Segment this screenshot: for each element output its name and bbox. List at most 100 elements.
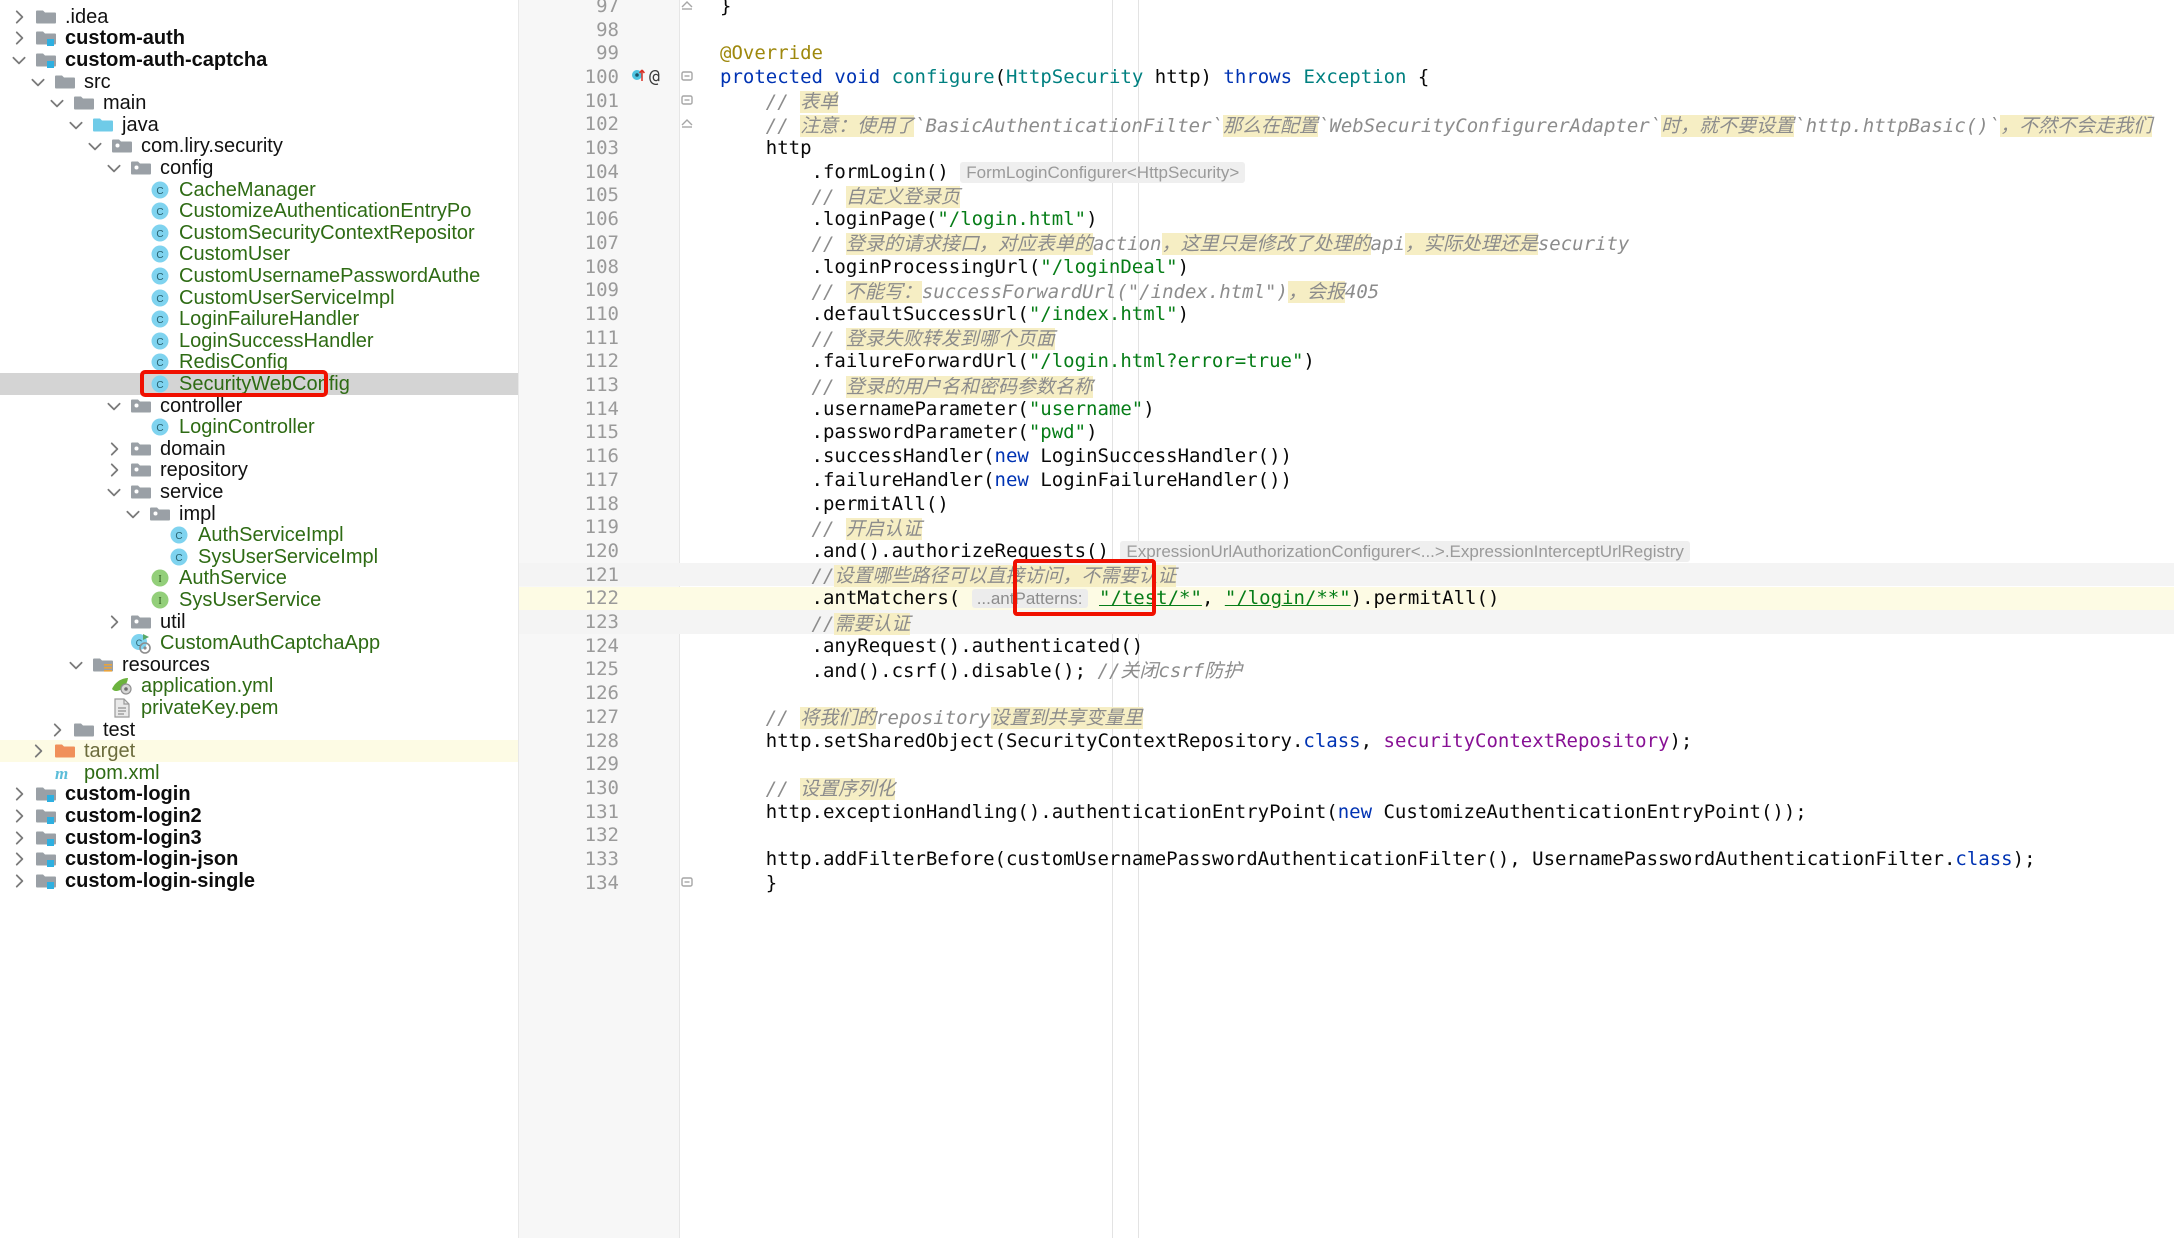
code-line[interactable]: 104 .formLogin() FormLoginConfigurer<Htt… — [519, 160, 2174, 184]
fold-marker[interactable] — [680, 851, 696, 867]
code-line[interactable]: 122 .antMatchers( ...antPatterns: "/test… — [519, 587, 2174, 611]
fold-marker[interactable] — [680, 0, 696, 14]
chevron-right-icon[interactable] — [101, 461, 127, 479]
project-tree-panel[interactable]: .ideacustom-authcustom-auth-captchasrcma… — [0, 0, 519, 1238]
code-line[interactable]: 111 // 登录失败转发到哪个页面 — [519, 326, 2174, 350]
chevron-down-icon[interactable] — [101, 397, 127, 415]
fold-marker[interactable] — [680, 614, 696, 630]
tree-row[interactable]: CLoginController — [0, 416, 518, 438]
code-line[interactable]: 97} — [519, 0, 2174, 18]
fold-marker[interactable] — [680, 756, 696, 772]
code-line[interactable]: 123 //需要认证 — [519, 610, 2174, 634]
code-line[interactable]: 106 .loginPage("/login.html") — [519, 207, 2174, 231]
fold-marker[interactable] — [680, 519, 696, 535]
fold-marker[interactable] — [680, 567, 696, 583]
tree-row[interactable]: CLoginSuccessHandler — [0, 330, 518, 352]
code-line[interactable]: 115 .passwordParameter("pwd") — [519, 421, 2174, 445]
tree-row[interactable]: privateKey.pem — [0, 697, 518, 719]
tree-row[interactable]: CCustomUsernamePasswordAuthe — [0, 265, 518, 287]
tree-row[interactable]: custom-login2 — [0, 805, 518, 827]
tree-row[interactable]: src — [0, 71, 518, 93]
tree-row[interactable]: domain — [0, 438, 518, 460]
tree-row[interactable]: CCustomSecurityContextRepositor — [0, 222, 518, 244]
fold-marker[interactable] — [680, 401, 696, 417]
tree-row[interactable]: service — [0, 481, 518, 503]
code-line[interactable]: 105 // 自定义登录页 — [519, 184, 2174, 208]
fold-marker[interactable] — [680, 353, 696, 369]
gutter-markers[interactable]: @ — [629, 66, 680, 88]
code-line[interactable]: 127 // 将我们的repository设置到共享变量里 — [519, 705, 2174, 729]
code-line[interactable]: 98 — [519, 18, 2174, 42]
tree-row[interactable]: main — [0, 92, 518, 114]
code-lines[interactable]: 97}9899@Override100@protected void confi… — [519, 0, 2174, 1238]
chevron-right-icon[interactable] — [44, 721, 70, 739]
tree-row[interactable]: target — [0, 740, 518, 762]
tree-row[interactable]: util — [0, 611, 518, 633]
tree-row[interactable]: config — [0, 157, 518, 179]
code-line[interactable]: 121 //设置哪些路径可以直接访问，不需要认证 — [519, 563, 2174, 587]
tree-row[interactable]: repository — [0, 460, 518, 482]
tree-row[interactable]: com.liry.security — [0, 136, 518, 158]
tree-row[interactable]: custom-auth — [0, 28, 518, 50]
chevron-right-icon[interactable] — [6, 807, 32, 825]
chevron-down-icon[interactable] — [25, 73, 51, 91]
fold-marker[interactable] — [680, 661, 696, 677]
fold-marker[interactable] — [680, 590, 696, 606]
tree-row[interactable]: custom-login — [0, 784, 518, 806]
code-line[interactable]: 125 .and().csrf().disable(); //关闭csrf防护 — [519, 658, 2174, 682]
tree-row[interactable]: CCustomUser — [0, 244, 518, 266]
chevron-down-icon[interactable] — [44, 94, 70, 112]
fold-marker[interactable] — [680, 306, 696, 322]
chevron-right-icon[interactable] — [6, 872, 32, 890]
code-line[interactable]: 133 http.addFilterBefore(customUsernameP… — [519, 847, 2174, 871]
tree-row[interactable]: ISysUserService — [0, 589, 518, 611]
fold-marker[interactable] — [680, 448, 696, 464]
chevron-down-icon[interactable] — [120, 505, 146, 523]
code-line[interactable]: 134 } — [519, 871, 2174, 895]
chevron-right-icon[interactable] — [6, 829, 32, 847]
code-line[interactable]: 108 .loginProcessingUrl("/loginDeal") — [519, 255, 2174, 279]
code-line[interactable]: 117 .failureHandler(new LoginFailureHand… — [519, 468, 2174, 492]
tree-row[interactable]: custom-login-single — [0, 870, 518, 892]
fold-marker[interactable] — [680, 827, 696, 843]
fold-marker[interactable] — [680, 780, 696, 796]
code-line[interactable]: 126 — [519, 681, 2174, 705]
code-line[interactable]: 107 // 登录的请求接口，对应表单的action，这里只是修改了处理的api… — [519, 231, 2174, 255]
code-line[interactable]: 129 — [519, 752, 2174, 776]
fold-marker[interactable] — [680, 638, 696, 654]
fold-marker[interactable] — [680, 804, 696, 820]
tree-row[interactable]: CCustomizeAuthenticationEntryPo — [0, 200, 518, 222]
code-line[interactable]: 110 .defaultSuccessUrl("/index.html") — [519, 302, 2174, 326]
fold-marker[interactable] — [680, 875, 696, 891]
tree-row[interactable]: CCustomUserServiceImpl — [0, 287, 518, 309]
fold-marker[interactable] — [680, 543, 696, 559]
tree-row[interactable]: custom-login3 — [0, 827, 518, 849]
code-line[interactable]: 131 http.exceptionHandling().authenticat… — [519, 800, 2174, 824]
tree-row[interactable]: impl — [0, 503, 518, 525]
tree-row[interactable]: mpom.xml — [0, 762, 518, 784]
chevron-right-icon[interactable] — [6, 8, 32, 26]
fold-marker[interactable] — [680, 140, 696, 156]
code-line[interactable]: 132 — [519, 824, 2174, 848]
chevron-right-icon[interactable] — [101, 613, 127, 631]
tree-row[interactable]: controller — [0, 395, 518, 417]
chevron-right-icon[interactable] — [101, 440, 127, 458]
fold-marker[interactable] — [680, 22, 696, 38]
code-line[interactable]: 103 http — [519, 136, 2174, 160]
tree-row[interactable]: resources — [0, 654, 518, 676]
tree-row[interactable]: custom-login-json — [0, 848, 518, 870]
fold-marker[interactable] — [680, 187, 696, 203]
fold-marker[interactable] — [680, 330, 696, 346]
tree-row[interactable]: CCustomAuthCaptchaApp — [0, 632, 518, 654]
code-line[interactable]: 113 // 登录的用户名和密码参数名称 — [519, 373, 2174, 397]
tree-row[interactable]: test — [0, 719, 518, 741]
tree-row[interactable]: custom-auth-captcha — [0, 49, 518, 71]
override-method-marker[interactable] — [631, 66, 647, 88]
fold-marker[interactable] — [680, 472, 696, 488]
code-line[interactable]: 114 .usernameParameter("username") — [519, 397, 2174, 421]
code-line[interactable]: 101 // 表单 — [519, 89, 2174, 113]
project-tree-list[interactable]: .ideacustom-authcustom-auth-captchasrcma… — [0, 0, 518, 1238]
fold-marker[interactable] — [680, 93, 696, 109]
code-line[interactable]: 124 .anyRequest().authenticated() — [519, 634, 2174, 658]
fold-marker[interactable] — [680, 733, 696, 749]
